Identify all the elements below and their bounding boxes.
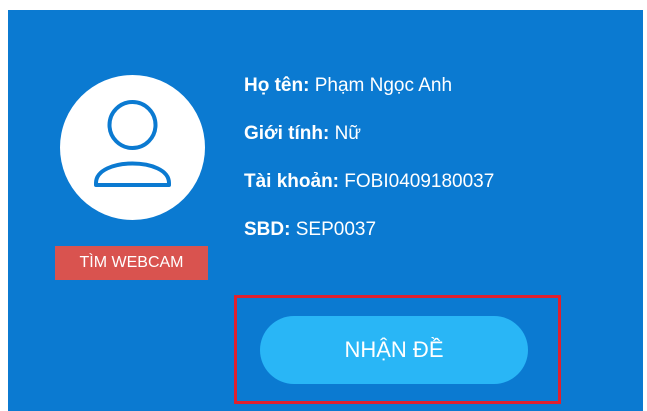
- info-row-account: Tài khoản: FOBI0409180037: [244, 158, 494, 206]
- full-name-value: Phạm Ngọc Anh: [314, 75, 453, 96]
- candidate-number-value: SEP0037: [295, 219, 377, 240]
- account-label: Tài khoản:: [244, 171, 340, 192]
- find-webcam-button[interactable]: TÌM WEBCAM: [55, 246, 208, 280]
- info-row-gender: Giới tính: Nữ: [244, 110, 494, 158]
- account-value: FOBI0409180037: [344, 171, 495, 192]
- user-outline-icon: [94, 100, 171, 187]
- info-row-candidate-number: SBD: SEP0037: [244, 206, 494, 254]
- candidate-details: Họ tên: Phạm Ngọc Anh Giới tính: Nữ Tài …: [244, 62, 494, 254]
- gender-value: Nữ: [334, 123, 362, 144]
- candidate-info-panel: TÌM WEBCAM Họ tên: Phạm Ngọc Anh Giới tí…: [8, 10, 643, 411]
- avatar: [60, 75, 205, 220]
- candidate-number-label: SBD:: [244, 219, 291, 240]
- gender-label: Giới tính:: [244, 123, 330, 144]
- full-name-label: Họ tên:: [244, 75, 310, 96]
- highlight-box: [234, 295, 561, 404]
- info-row-full-name: Họ tên: Phạm Ngọc Anh: [244, 62, 494, 110]
